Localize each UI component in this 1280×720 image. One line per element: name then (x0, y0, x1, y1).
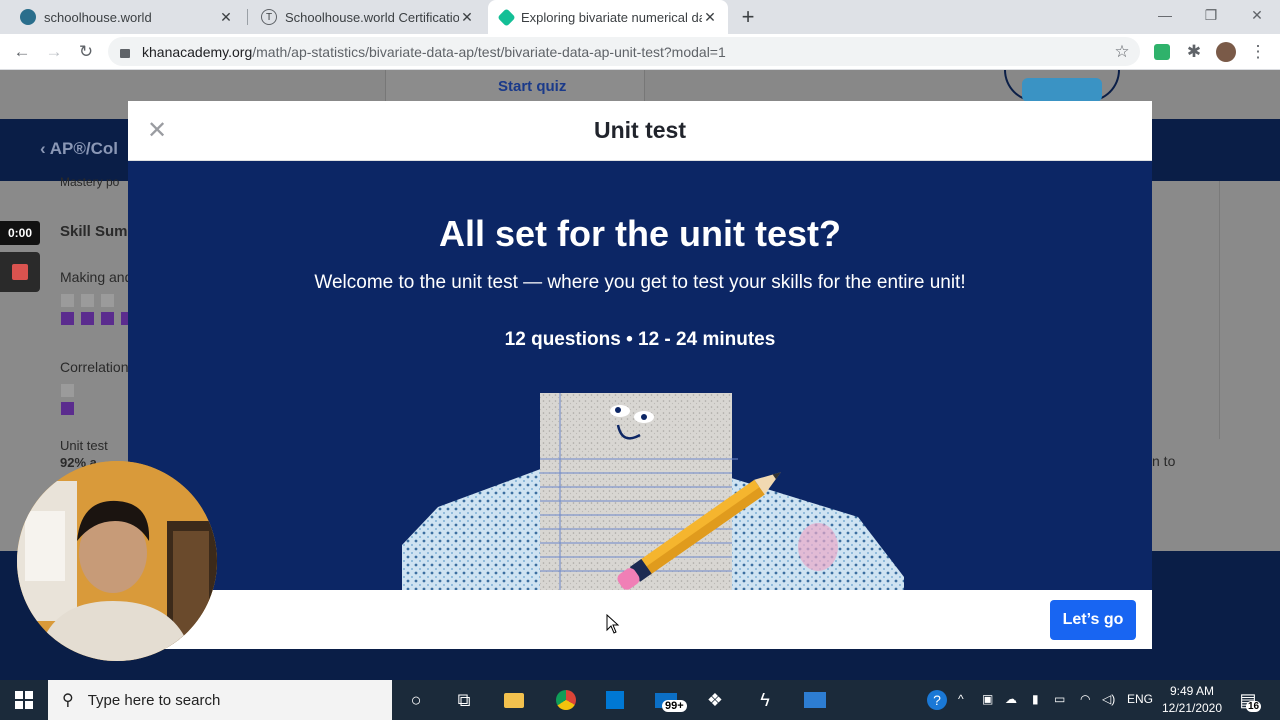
paper-sheet (540, 393, 732, 590)
webcam-overlay (17, 461, 217, 661)
skill-box (61, 384, 74, 397)
test-info: 12 questions • 12 - 24 minutes (504, 329, 776, 350)
skill-box (81, 294, 94, 307)
pink-blob (798, 523, 838, 571)
dropbox-icon[interactable]: ❖ (703, 688, 727, 712)
stop-recording-button[interactable] (0, 252, 40, 292)
forward-icon[interactable]: → (42, 40, 66, 64)
close-tab-icon[interactable]: ✕ (459, 9, 475, 26)
wifi-icon[interactable]: ◠ (1080, 692, 1090, 706)
lock-icon (120, 49, 130, 58)
modal-header: ✕ Unit test (128, 101, 1152, 161)
file-explorer-icon[interactable] (502, 688, 526, 712)
skill-box (61, 312, 74, 325)
minimize-icon[interactable]: — (1142, 0, 1188, 30)
modal-body: All set for the unit test? Welcome to th… (128, 161, 1152, 590)
lets-go-button[interactable]: Let’s go (1050, 600, 1136, 640)
skill-making: Making and (60, 269, 133, 285)
tab-khan-academy[interactable]: Exploring bivariate numerical dat ✕ (488, 0, 728, 34)
onedrive-icon[interactable]: ☁ (1005, 692, 1017, 706)
url-path: /math/ap-statistics/bivariate-data-ap/te… (252, 43, 726, 60)
mouse-cursor-icon (606, 614, 620, 634)
t-favicon-icon: T (261, 9, 277, 25)
side-card (1152, 181, 1220, 439)
show-hidden-icons-icon[interactable]: ^ (958, 692, 964, 706)
microphone-icon[interactable]: ▮ (1032, 692, 1039, 706)
windows-start-icon[interactable] (12, 688, 36, 712)
extension-green-icon[interactable] (1150, 40, 1174, 64)
course-title-text: AP®/Col (49, 139, 119, 158)
tab-label: Exploring bivariate numerical dat (521, 9, 702, 25)
battery-icon[interactable]: ▭ (1054, 692, 1065, 706)
side-card-text: n to (1152, 453, 1176, 469)
tab-label: Schoolhouse.world Certification S (285, 9, 459, 25)
unit-test-modal: ✕ Unit test All set for the unit test? W… (128, 101, 1152, 649)
close-tab-icon[interactable]: ✕ (218, 9, 234, 26)
stop-icon (12, 264, 28, 280)
windows-taskbar: ⚲ Type here to search ○ ⧉ 99+ ❖ ϟ ? ^ ▣ … (0, 680, 1280, 720)
modal-footer: Let’s go (128, 590, 1152, 649)
clock-date: 12/21/2020 (1161, 701, 1223, 715)
profile-avatar[interactable] (1214, 40, 1238, 64)
mastery-points-text: Mastery po (60, 175, 120, 189)
skill-box (101, 312, 114, 325)
mail-badge: 99+ (662, 700, 687, 712)
tab-certification[interactable]: T Schoolhouse.world Certification S ✕ (249, 0, 485, 34)
menu-kebab-icon[interactable]: ⋮ (1246, 40, 1270, 64)
modal-headline: All set for the unit test? (438, 213, 841, 254)
start-quiz-link[interactable]: Start quiz (498, 78, 566, 95)
volume-icon[interactable]: ◁) (1102, 692, 1115, 706)
search-placeholder: Type here to search (87, 691, 221, 709)
unit-test-label: Unit test (60, 438, 108, 453)
microsoft-store-icon[interactable] (603, 688, 627, 712)
task-view-icon[interactable]: ⧉ (452, 688, 476, 712)
course-title[interactable]: ‹ AP®/Col (40, 139, 118, 159)
meet-now-icon[interactable]: ▣ (982, 692, 993, 706)
skill-correlation: Correlation (60, 359, 129, 375)
system-clock[interactable]: 9:49 AM 12/21/2020 (1152, 683, 1232, 717)
webcam-feed (17, 461, 217, 661)
cortana-icon[interactable]: ○ (404, 688, 428, 712)
skill-box (101, 294, 114, 307)
modal-subtext: Welcome to the unit test — where you get… (314, 272, 966, 293)
skill-box (61, 402, 74, 415)
recording-timer: 0:00 (0, 221, 40, 245)
new-tab-icon[interactable]: + (736, 4, 760, 29)
tab-separator (247, 9, 248, 25)
extensions-puzzle-icon[interactable]: ✱ (1182, 40, 1206, 64)
notification-badge: 16 (1246, 701, 1262, 712)
robot-illustration (1004, 70, 1120, 102)
window-close-icon[interactable]: ✕ (1234, 0, 1280, 30)
robot-head (1022, 78, 1102, 102)
url-host: khanacademy.org (142, 43, 253, 60)
taskbar-search[interactable]: ⚲ Type here to search (48, 680, 392, 720)
close-tab-icon[interactable]: ✕ (702, 9, 718, 26)
search-icon: ⚲ (62, 692, 74, 709)
khan-academy-icon (497, 7, 516, 27)
language-indicator[interactable]: ENG (1127, 692, 1153, 706)
dotted-shape-left (402, 467, 546, 590)
reload-icon[interactable]: ↻ (74, 40, 98, 64)
chrome-icon[interactable] (554, 688, 578, 712)
address-bar[interactable]: khanacademy.org/math/ap-statistics/bivar… (108, 37, 1140, 66)
browser-toolbar: ← → ↻ khanacademy.org/math/ap-statistics… (0, 34, 1280, 70)
skill-box (61, 294, 74, 307)
lightning-app-icon[interactable]: ϟ (753, 688, 777, 712)
restore-icon[interactable]: ❐ (1188, 0, 1234, 30)
globe-icon (20, 9, 36, 25)
tab-label: schoolhouse.world (44, 9, 152, 25)
back-icon[interactable]: ← (10, 40, 34, 64)
bookmark-star-icon[interactable]: ☆ (1110, 40, 1134, 64)
clock-time: 9:49 AM (1169, 684, 1215, 698)
modal-title: Unit test (594, 117, 686, 143)
help-icon[interactable]: ? (925, 688, 949, 712)
tab-schoolhouse[interactable]: schoolhouse.world ✕ (8, 0, 244, 34)
video-editor-icon[interactable] (803, 688, 827, 712)
paper-pencil-illustration (402, 393, 904, 590)
skill-box (81, 312, 94, 325)
browser-tab-bar: schoolhouse.world ✕ T Schoolhouse.world … (0, 0, 1280, 34)
